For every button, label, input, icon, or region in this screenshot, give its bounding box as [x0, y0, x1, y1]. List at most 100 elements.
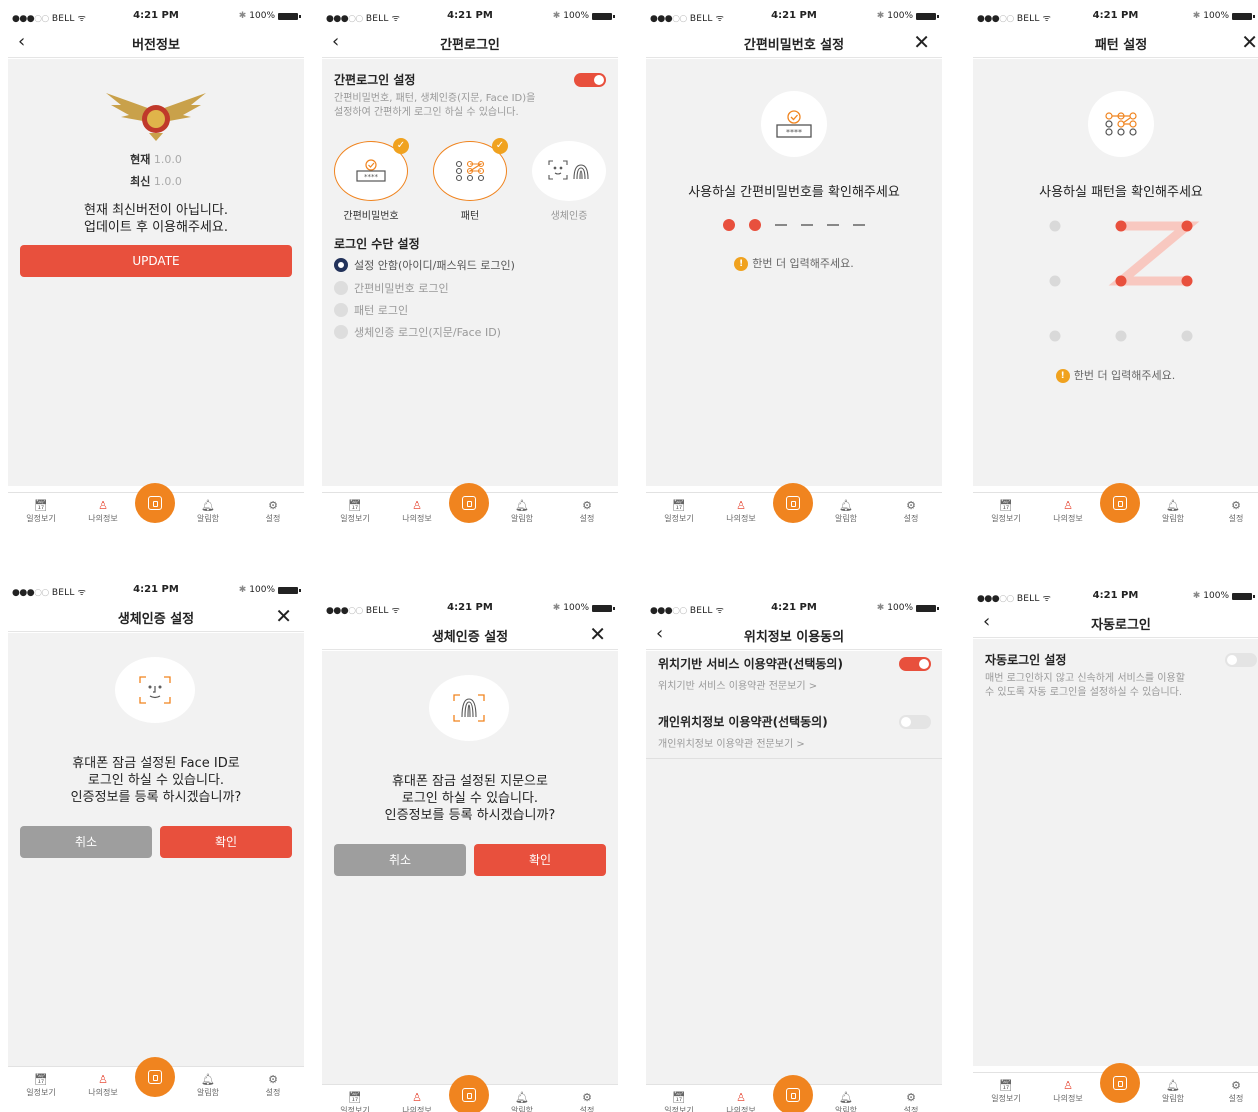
content-area: 자동로그인 설정 매번 로그인하지 않고 신속하게 서비스를 이용할 수 있도록…	[973, 639, 1258, 1066]
latest-version-label: 최신	[130, 175, 151, 188]
personal-location-toggle[interactable]	[899, 715, 931, 729]
pattern-icon	[1105, 112, 1137, 136]
confirm-button[interactable]: 확인	[160, 826, 292, 858]
battery-icon	[592, 12, 615, 20]
tab-home[interactable]	[449, 483, 489, 523]
location-service-title: 위치기반 서비스 이용약관(선택동의)	[658, 657, 843, 671]
calendar-icon: 📅︎	[348, 1091, 362, 1104]
pattern-grid[interactable]	[1021, 209, 1221, 349]
person-icon: ♙	[98, 1073, 108, 1086]
option-pin[interactable]: **** ✓	[334, 138, 409, 201]
location-service-link[interactable]: 위치기반 서비스 이용약관 전문보기 >	[658, 677, 817, 692]
close-icon[interactable]: ✕	[275, 604, 292, 628]
gear-icon: ⚙	[906, 1091, 916, 1104]
tab-schedule[interactable]: 📅︎ 일정보기	[981, 1079, 1031, 1104]
face-id-icon	[139, 676, 171, 704]
option-biometric[interactable]	[532, 141, 606, 201]
tab-settings[interactable]: ⚙ 설정	[1211, 1079, 1258, 1104]
pin-pad-icon: ****	[776, 110, 812, 138]
tab-alarm[interactable]: 🔔︎ 알림함	[497, 499, 547, 524]
tab-myinfo[interactable]: ♙ 나의정보	[716, 1091, 766, 1112]
pin-pad-icon: ****	[356, 159, 386, 182]
update-button[interactable]: UPDATE	[20, 245, 292, 277]
method-pin[interactable]: 간편비밀번호 로그인	[334, 280, 449, 296]
tab-alarm[interactable]: 🔔︎ 알림함	[183, 499, 233, 524]
close-icon[interactable]: ✕	[913, 30, 930, 54]
nav-bar: 생체인증 설정 ✕	[322, 620, 618, 650]
tab-home[interactable]	[773, 1075, 813, 1112]
tab-schedule[interactable]: 📅︎ 일정보기	[654, 499, 704, 524]
easy-login-toggle[interactable]	[574, 73, 606, 87]
cancel-button[interactable]: 취소	[20, 826, 152, 858]
screen-easy-login: ●●●○○ BELL ᯤ 4:21 PM ✱ 100% ‹ 간편로그인 간편로그인…	[322, 2, 618, 526]
tab-settings[interactable]: ⚙ 설정	[1211, 499, 1258, 524]
tab-schedule[interactable]: 📅︎ 일정보기	[981, 499, 1031, 524]
home-icon	[1113, 496, 1127, 510]
tab-home[interactable]	[1100, 1063, 1140, 1103]
content-area: 위치기반 서비스 이용약관(선택동의) 위치기반 서비스 이용약관 전문보기 >…	[646, 651, 942, 1084]
page-title: 간편비밀번호 설정	[743, 38, 845, 53]
cancel-button[interactable]: 취소	[334, 844, 466, 876]
tab-bar: 📅︎ 일정보기 ♙ 나의정보 🔔︎ 알림함 ⚙ 설정	[8, 483, 304, 526]
tab-home[interactable]	[135, 483, 175, 523]
gear-icon: ⚙	[268, 499, 278, 512]
tab-myinfo[interactable]: ♙ 나의정보	[78, 499, 128, 524]
tab-schedule[interactable]: 📅︎ 일정보기	[16, 499, 66, 524]
content-area: 휴대폰 잠금 설정된 Face ID로 로그인 하실 수 있습니다. 인증정보를…	[8, 633, 304, 1066]
gear-icon: ⚙	[268, 1073, 278, 1086]
pin-dash-empty	[853, 224, 865, 226]
tab-myinfo[interactable]: ♙ 나의정보	[392, 499, 442, 524]
status-bar: ●●●○○ BELL ᯤ 4:21 PM ✱ 100%	[8, 576, 304, 604]
tab-settings[interactable]: ⚙ 설정	[248, 499, 298, 524]
close-icon[interactable]: ✕	[589, 622, 606, 646]
auto-login-toggle[interactable]	[1225, 653, 1257, 667]
location-service-toggle[interactable]	[899, 657, 931, 671]
pattern-dot	[1181, 330, 1193, 342]
confirm-button[interactable]: 확인	[474, 844, 606, 876]
tab-home[interactable]	[773, 483, 813, 523]
tab-settings[interactable]: ⚙ 설정	[886, 499, 936, 524]
tab-myinfo[interactable]: ♙ 나의정보	[78, 1073, 128, 1098]
tab-home[interactable]	[449, 1075, 489, 1112]
tab-alarm[interactable]: 🔔︎ 알림함	[1148, 1079, 1198, 1104]
tab-alarm[interactable]: 🔔︎ 알림함	[821, 499, 871, 524]
tab-alarm[interactable]: 🔔︎ 알림함	[497, 1091, 547, 1112]
tab-alarm[interactable]: 🔔︎ 알림함	[183, 1073, 233, 1098]
pattern-prompt: 사용하실 패턴을 확인해주세요	[1039, 185, 1203, 200]
method-pattern[interactable]: 패턴 로그인	[334, 302, 408, 318]
tab-settings[interactable]: ⚙ 설정	[562, 1091, 612, 1112]
battery-icon	[916, 604, 939, 612]
tab-myinfo[interactable]: ♙ 나의정보	[392, 1091, 442, 1112]
tab-alarm[interactable]: 🔔︎ 알림함	[821, 1091, 871, 1112]
pin-dot-filled	[749, 219, 761, 231]
close-icon[interactable]: ✕	[1241, 30, 1258, 54]
tab-alarm[interactable]: 🔔︎ 알림함	[1148, 499, 1198, 524]
pin-hint: ! 한번 더 입력해주세요.	[646, 255, 942, 271]
tab-schedule[interactable]: 📅︎ 일정보기	[16, 1073, 66, 1098]
tab-myinfo[interactable]: ♙ 나의정보	[1043, 1079, 1093, 1104]
tab-schedule[interactable]: 📅︎ 일정보기	[330, 1091, 380, 1112]
gear-icon: ⚙	[582, 499, 592, 512]
screen-auto-login: ●●●○○ BELL ᯤ 4:21 PM ✱ 100% ‹ 자동로그인 자동로그인…	[973, 582, 1258, 1106]
tab-myinfo[interactable]: ♙ 나의정보	[1043, 499, 1093, 524]
tab-home[interactable]	[135, 1057, 175, 1097]
option-pattern[interactable]: ✓	[433, 138, 508, 201]
calendar-icon: 📅︎	[34, 499, 48, 512]
pin-progress	[646, 219, 942, 231]
tab-myinfo[interactable]: ♙ 나의정보	[716, 499, 766, 524]
pin-icon-circle: ****	[761, 91, 827, 157]
tab-home[interactable]	[1100, 483, 1140, 523]
bluetooth-icon: ✱	[552, 11, 561, 21]
tab-settings[interactable]: ⚙ 설정	[562, 499, 612, 524]
pattern-dot	[1049, 275, 1061, 287]
method-none[interactable]: 설정 안함(아이디/패스워드 로그인)	[334, 257, 515, 273]
personal-location-link[interactable]: 개인위치정보 이용약관 전문보기 >	[658, 735, 805, 750]
tab-schedule[interactable]: 📅︎ 일정보기	[330, 499, 380, 524]
calendar-icon: 📅︎	[672, 499, 686, 512]
tab-settings[interactable]: ⚙ 설정	[886, 1091, 936, 1112]
bluetooth-icon: ✱	[1192, 11, 1201, 21]
method-biometric[interactable]: 생체인증 로그인(지문/Face ID)	[334, 324, 501, 340]
tab-schedule[interactable]: 📅︎ 일정보기	[654, 1091, 704, 1112]
nav-bar: ‹ 위치정보 이용동의	[646, 620, 942, 650]
tab-settings[interactable]: ⚙ 설정	[248, 1073, 298, 1098]
